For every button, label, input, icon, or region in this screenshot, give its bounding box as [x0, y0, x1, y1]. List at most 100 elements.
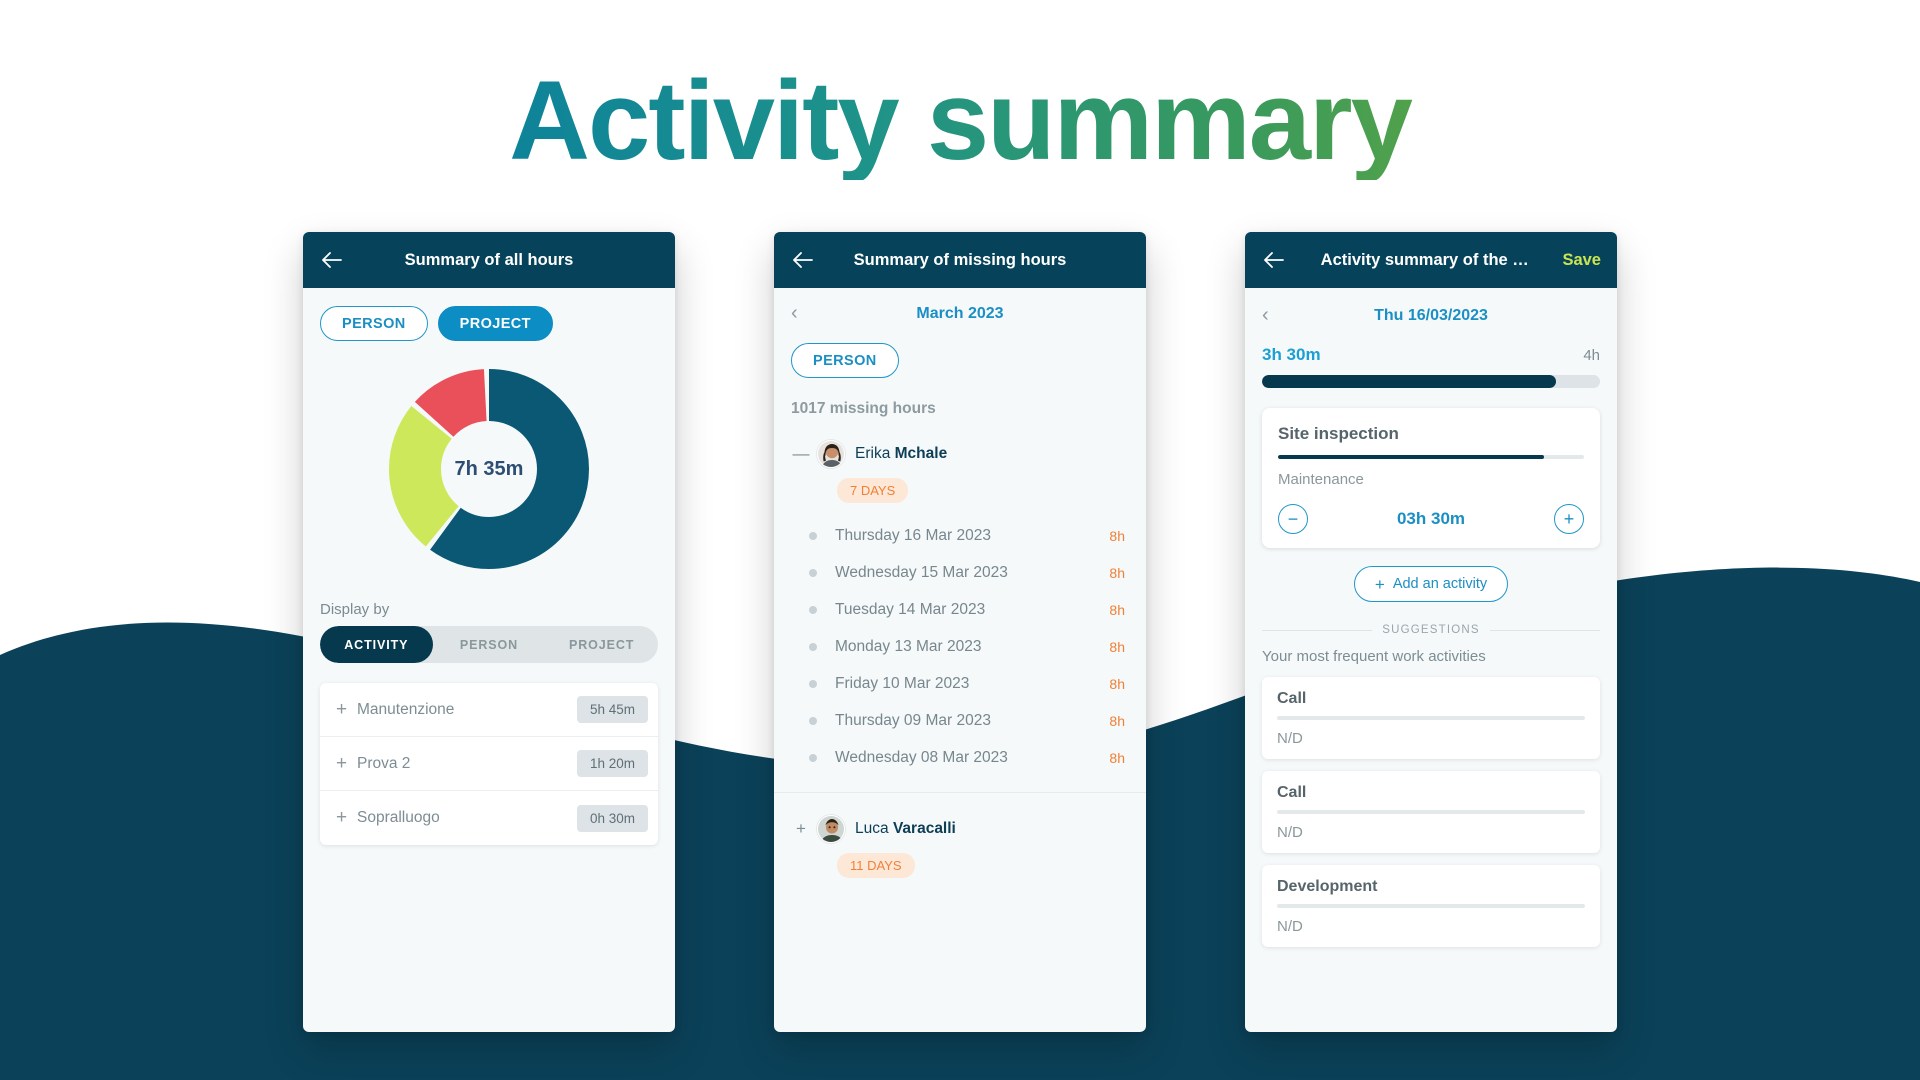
- list-item[interactable]: Thursday 16 Mar 2023 8h: [791, 517, 1129, 554]
- missing-hours-total: 1017 missing hours: [791, 400, 936, 417]
- list-item[interactable]: Thursday 09 Mar 2023 8h: [791, 702, 1129, 739]
- suggestion-subtitle: N/D: [1277, 824, 1303, 841]
- screen-body-phone3: ‹ Thu 16/03/2023 3h 30m 4h Site inspecti…: [1245, 288, 1617, 1032]
- hours-summary: 3h 30m 4h: [1245, 327, 1617, 365]
- activity-card-progress: [1278, 455, 1584, 459]
- arrow-left-icon[interactable]: [790, 247, 816, 273]
- suggestion-card[interactable]: Call N/D: [1262, 677, 1600, 759]
- day-progress-bar: [1262, 375, 1600, 388]
- donut-chart[interactable]: 7h 35m: [387, 367, 591, 571]
- appbar-phone1: Summary of all hours: [303, 232, 675, 288]
- phone-summary-missing-hours: Summary of missing hours ‹ March 2023 PE…: [774, 232, 1146, 1032]
- add-activity-wrap: + Add an activity: [1245, 566, 1617, 602]
- donut-chart-area: 7h 35m: [303, 341, 675, 571]
- date-label: Monday 13 Mar 2023: [835, 637, 982, 655]
- arrow-left-icon[interactable]: [1261, 247, 1287, 273]
- suggestion-bar: [1277, 810, 1585, 814]
- suggestions-separator: SUGGESTIONS: [1262, 624, 1601, 636]
- date-label: Wednesday 08 Mar 2023: [835, 748, 1008, 766]
- appbar-phone3: Activity summary of the … Save: [1245, 232, 1617, 288]
- duration-stepper: − 03h 30m +: [1278, 504, 1584, 534]
- add-activity-label: Add an activity: [1392, 576, 1488, 592]
- missing-date-list: Thursday 16 Mar 2023 8h Wednesday 15 Mar…: [774, 503, 1146, 776]
- suggestion-bar: [1277, 716, 1585, 720]
- suggestions-description: Your most frequent work activities: [1262, 648, 1486, 665]
- list-item[interactable]: Monday 13 Mar 2023 8h: [791, 628, 1129, 665]
- screen-body-phone2: ‹ March 2023 PERSON 1017 missing hours —: [774, 288, 1146, 1032]
- person-group-header[interactable]: + Luca Varacalli: [774, 793, 1146, 843]
- suggestion-card[interactable]: Call N/D: [1262, 771, 1600, 853]
- segment-activity[interactable]: ACTIVITY: [320, 626, 433, 663]
- date-hours: 8h: [1109, 749, 1125, 766]
- date-label: Tuesday 14 Mar 2023: [835, 600, 986, 618]
- suggestion-card[interactable]: Development N/D: [1262, 865, 1600, 947]
- date-label: Thursday 16 Mar 2023: [835, 526, 991, 544]
- date-hours: 8h: [1109, 675, 1125, 692]
- person-name: Luca Varacalli: [855, 820, 956, 838]
- plus-circle-icon[interactable]: +: [1553, 504, 1584, 534]
- activity-card-title: Site inspection: [1278, 424, 1399, 443]
- filter-pills-phone1: PERSON PROJECT: [303, 288, 675, 341]
- plus-icon[interactable]: +: [332, 753, 351, 775]
- phone-mockups: Summary of all hours PERSON PROJECT 7h 3…: [0, 232, 1920, 1032]
- day-label[interactable]: Thu 16/03/2023: [1284, 307, 1578, 325]
- add-activity-button[interactable]: + Add an activity: [1353, 566, 1509, 602]
- save-button[interactable]: Save: [1562, 251, 1601, 270]
- month-label[interactable]: March 2023: [813, 305, 1107, 323]
- display-by-segmented-control: ACTIVITY PERSON PROJECT: [320, 626, 658, 663]
- list-item[interactable]: + Prova 2 1h 20m: [320, 737, 658, 791]
- segment-person[interactable]: PERSON: [433, 626, 546, 663]
- activity-card-progress-fill: [1278, 455, 1545, 459]
- filter-pill-person[interactable]: PERSON: [320, 306, 428, 341]
- list-item[interactable]: Wednesday 15 Mar 2023 8h: [791, 554, 1129, 591]
- appbar-title-phone3: Activity summary of the …: [1320, 250, 1529, 269]
- activity-time-badge: 1h 20m: [576, 750, 648, 777]
- segment-project[interactable]: PROJECT: [545, 626, 658, 663]
- hours-total: 4h: [1583, 347, 1600, 364]
- arrow-left-icon[interactable]: [319, 247, 345, 273]
- hours-current: 3h 30m: [1262, 345, 1321, 364]
- list-item[interactable]: + Sopralluogo 0h 30m: [320, 791, 658, 845]
- plus-icon[interactable]: +: [332, 807, 351, 829]
- date-label: Wednesday 15 Mar 2023: [835, 563, 1008, 581]
- appbar-phone2: Summary of missing hours: [774, 232, 1146, 288]
- bullet-icon: [809, 753, 817, 762]
- minus-icon[interactable]: —: [791, 444, 811, 464]
- activity-card[interactable]: Site inspection Maintenance − 03h 30m +: [1262, 408, 1600, 548]
- display-by-label: Display by: [320, 601, 390, 618]
- list-item[interactable]: Wednesday 08 Mar 2023 8h: [791, 739, 1129, 776]
- date-label: Thursday 09 Mar 2023: [835, 711, 991, 729]
- date-hours: 8h: [1109, 564, 1125, 581]
- activity-name: Sopralluogo: [357, 809, 440, 826]
- phone-activity-summary-day: Activity summary of the … Save ‹ Thu 16/…: [1245, 232, 1617, 1032]
- person-last-name: Varacalli: [892, 820, 956, 837]
- bullet-icon: [809, 679, 817, 688]
- suggestion-title: Call: [1277, 784, 1307, 801]
- person-last-name: Mchale: [894, 445, 948, 462]
- person-group-header[interactable]: — Erika Mchale: [774, 418, 1146, 468]
- minus-circle-icon[interactable]: −: [1278, 504, 1308, 534]
- list-item[interactable]: Friday 10 Mar 2023 8h: [791, 665, 1129, 702]
- chevron-left-icon[interactable]: ‹: [1262, 304, 1284, 327]
- suggestion-subtitle: N/D: [1277, 730, 1303, 747]
- date-label: Friday 10 Mar 2023: [835, 674, 970, 692]
- date-hours: 8h: [1109, 712, 1125, 729]
- activity-name: Prova 2: [357, 754, 411, 772]
- chevron-left-icon[interactable]: ‹: [791, 302, 813, 325]
- bullet-icon: [809, 531, 817, 540]
- page-title: Activity summary: [0, 62, 1920, 180]
- person-first-name: Luca: [855, 820, 889, 837]
- filter-pill-person[interactable]: PERSON: [791, 343, 899, 378]
- suggestion-title: Development: [1277, 878, 1378, 895]
- days-badge: 7 DAYS: [837, 478, 909, 503]
- date-hours: 8h: [1109, 638, 1125, 655]
- list-item[interactable]: + Manutenzione 5h 45m: [320, 683, 658, 737]
- list-item[interactable]: Tuesday 14 Mar 2023 8h: [791, 591, 1129, 628]
- days-badge-wrap: 11 DAYS: [774, 843, 1146, 878]
- appbar-title-phone2: Summary of missing hours: [853, 250, 1067, 269]
- plus-icon[interactable]: +: [791, 819, 811, 839]
- duration-value: 03h 30m: [1396, 509, 1466, 528]
- filter-pill-project[interactable]: PROJECT: [437, 306, 553, 341]
- date-hours: 8h: [1109, 601, 1125, 618]
- plus-icon[interactable]: +: [332, 699, 351, 721]
